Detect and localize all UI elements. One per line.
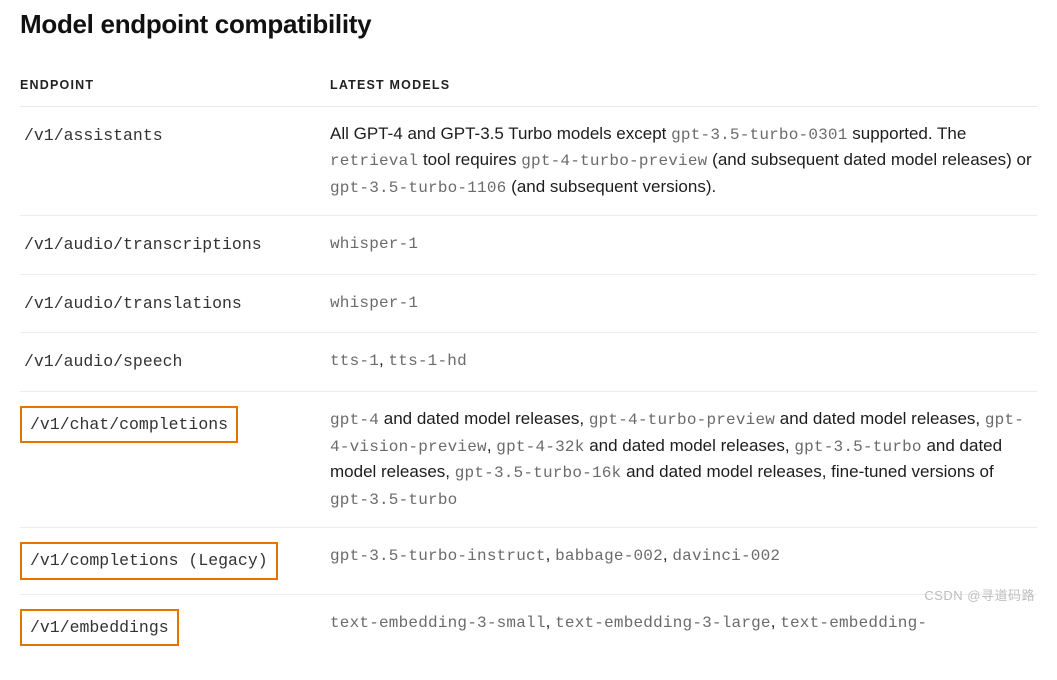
model-code: text-embedding- <box>780 614 927 632</box>
body-text: and dated model releases, <box>379 409 589 428</box>
endpoint-path: /v1/audio/translations <box>20 289 246 319</box>
model-code: gpt-3.5-turbo-16k <box>455 464 622 482</box>
endpoint-cell: /v1/assistants <box>20 106 330 215</box>
endpoint-cell: /v1/embeddings <box>20 594 330 660</box>
model-code: gpt-3.5-turbo <box>330 491 457 509</box>
model-code: babbage-002 <box>555 547 663 565</box>
table-row: /v1/chat/completions gpt-4 and dated mode… <box>20 391 1037 527</box>
endpoint-path: /v1/embeddings <box>20 609 179 647</box>
models-cell: gpt-4 and dated model releases, gpt-4-tu… <box>330 391 1037 527</box>
model-code: gpt-4-turbo-preview <box>521 152 707 170</box>
model-code: tts-1-hd <box>388 352 466 370</box>
table-row: /v1/audio/speech tts-1, tts-1-hd <box>20 333 1037 392</box>
endpoint-path: /v1/audio/transcriptions <box>20 230 266 260</box>
table-row: /v1/embeddings text-embedding-3-small, te… <box>20 594 1037 660</box>
body-text: and dated model releases, <box>775 409 985 428</box>
body-text: (and subsequent dated model releases) or <box>707 150 1031 169</box>
model-code: text-embedding-3-large <box>555 614 771 632</box>
body-text: , <box>546 545 555 564</box>
models-cell: tts-1, tts-1-hd <box>330 333 1037 392</box>
model-code: whisper-1 <box>330 294 418 312</box>
model-code: gpt-3.5-turbo-1106 <box>330 179 506 197</box>
body-text: , <box>546 612 555 631</box>
table-row: /v1/completions (Legacy) gpt-3.5-turbo-in… <box>20 527 1037 594</box>
endpoint-cell: /v1/completions (Legacy) <box>20 527 330 594</box>
endpoint-cell: /v1/audio/transcriptions <box>20 216 330 275</box>
watermark: CSDN @寻道码路 <box>924 586 1035 606</box>
body-text: and dated model releases, <box>585 436 795 455</box>
models-cell: whisper-1 <box>330 274 1037 333</box>
body-text: , <box>663 545 672 564</box>
model-code: gpt-3.5-turbo <box>794 438 921 456</box>
body-text: All GPT-4 and GPT-3.5 Turbo models excep… <box>330 124 671 143</box>
model-code: gpt-4-32k <box>496 438 584 456</box>
body-text: (and subsequent versions). <box>506 177 716 196</box>
model-code: retrieval <box>330 152 418 170</box>
page-title: Model endpoint compatibility <box>20 4 1037 44</box>
endpoint-cell: /v1/audio/speech <box>20 333 330 392</box>
models-cell: gpt-3.5-turbo-instruct, babbage-002, dav… <box>330 527 1037 594</box>
model-code: tts-1 <box>330 352 379 370</box>
header-endpoint: ENDPOINT <box>20 70 330 106</box>
body-text: , <box>487 436 496 455</box>
endpoint-path: /v1/completions (Legacy) <box>20 542 278 580</box>
model-code: whisper-1 <box>330 235 418 253</box>
body-text: tool requires <box>418 150 521 169</box>
endpoint-path: /v1/audio/speech <box>20 347 186 377</box>
table-row: /v1/assistants All GPT-4 and GPT-3.5 Turb… <box>20 106 1037 215</box>
table-row: /v1/audio/translations whisper-1 <box>20 274 1037 333</box>
body-text: and dated model releases, fine-tuned ver… <box>621 462 993 481</box>
endpoint-path: /v1/chat/completions <box>20 406 238 444</box>
body-text: , <box>771 612 780 631</box>
models-cell: whisper-1 <box>330 216 1037 275</box>
endpoint-cell: /v1/chat/completions <box>20 391 330 527</box>
model-code: gpt-4-turbo-preview <box>589 411 775 429</box>
models-cell: All GPT-4 and GPT-3.5 Turbo models excep… <box>330 106 1037 215</box>
table-row: /v1/audio/transcriptions whisper-1 <box>20 216 1037 275</box>
model-code: text-embedding-3-small <box>330 614 546 632</box>
header-models: LATEST MODELS <box>330 70 1037 106</box>
endpoint-path: /v1/assistants <box>20 121 167 151</box>
body-text: supported. The <box>848 124 967 143</box>
model-code: gpt-3.5-turbo-0301 <box>671 126 847 144</box>
compatibility-table: ENDPOINT LATEST MODELS /v1/assistants All… <box>20 70 1037 660</box>
model-code: gpt-4 <box>330 411 379 429</box>
model-code: gpt-3.5-turbo-instruct <box>330 547 546 565</box>
model-code: davinci-002 <box>672 547 780 565</box>
endpoint-cell: /v1/audio/translations <box>20 274 330 333</box>
